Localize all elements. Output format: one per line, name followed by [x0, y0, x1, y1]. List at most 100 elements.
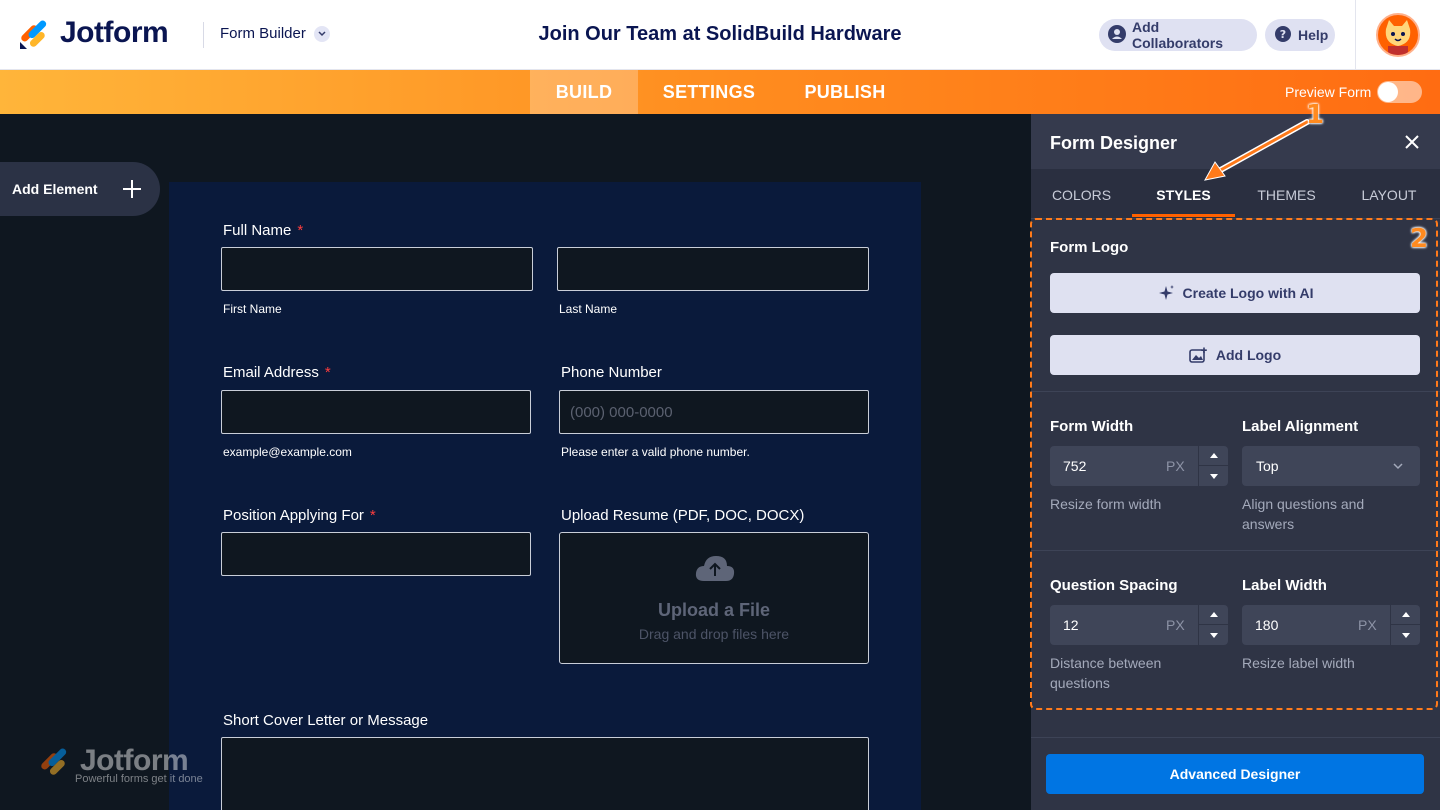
section-divider — [1031, 550, 1440, 551]
add-element-label: Add Element — [12, 181, 98, 197]
top-header: Jotform Form Builder Join Our Team at So… — [0, 0, 1440, 70]
help-button[interactable]: ? Help — [1265, 19, 1335, 51]
avatar-cat-icon — [1385, 20, 1411, 55]
increment-button[interactable] — [1391, 605, 1421, 625]
full-name-label-text: Full Name — [223, 222, 292, 239]
footer-divider — [1031, 737, 1440, 738]
cover-letter-label: Short Cover Letter or Message — [223, 712, 429, 729]
question-spacing-title: Question Spacing — [1050, 577, 1178, 594]
question-spacing-hint: Distance between questions — [1050, 655, 1162, 691]
help-label: Help — [1298, 27, 1329, 43]
tab-colors[interactable]: COLORS — [1031, 187, 1132, 203]
label-alignment-value: Top — [1256, 458, 1279, 474]
position-input[interactable] — [221, 532, 531, 576]
first-name-input[interactable] — [221, 247, 533, 291]
label-alignment-select[interactable]: Top — [1242, 446, 1420, 486]
last-name-sublabel: Last Name — [559, 302, 618, 316]
section-divider — [1031, 391, 1440, 392]
form-logo-title: Form Logo — [1050, 239, 1129, 256]
required-mark: * — [297, 222, 304, 239]
advanced-designer-button[interactable]: Advanced Designer — [1046, 754, 1424, 794]
chevron-down-icon — [1393, 463, 1403, 470]
upload-subtitle: Drag and drop files here — [638, 626, 790, 642]
increment-button[interactable] — [1199, 605, 1229, 625]
form-builder-label: Form Builder — [220, 25, 306, 42]
add-collaborators-button[interactable]: Add Collaborators — [1099, 19, 1257, 51]
create-logo-ai-label: Create Logo with AI — [1182, 285, 1314, 301]
phone-field[interactable]: (000) 000-0000 — [559, 390, 869, 434]
label-width-title: Label Width — [1242, 577, 1327, 594]
jotform-logo-icon — [20, 20, 47, 49]
form-width-unit: PX — [1166, 458, 1185, 474]
logo-text: Jotform — [60, 16, 169, 49]
form-width-title: Form Width — [1050, 418, 1134, 435]
add-logo-button[interactable]: Add Logo — [1050, 335, 1420, 375]
phone-placeholder: (000) 000-0000 — [570, 404, 673, 421]
phone-label: Phone Number — [561, 364, 662, 381]
question-spacing-unit: PX — [1166, 617, 1185, 633]
email-label: Email Address * — [223, 364, 331, 381]
form-builder-menu[interactable]: Form Builder — [220, 25, 330, 42]
question-spacing-spin — [1198, 605, 1229, 645]
decrement-button[interactable] — [1199, 466, 1229, 486]
question-spacing-stepper[interactable]: 12 PX — [1050, 605, 1229, 645]
add-element-button[interactable]: Add Element — [0, 162, 160, 216]
form-card: Full Name * First Name Last Name Email Ad… — [169, 182, 921, 810]
full-name-label: Full Name * — [223, 222, 303, 239]
caret-up-icon — [1402, 612, 1410, 617]
caret-up-icon — [1210, 453, 1218, 458]
label-width-stepper[interactable]: 180 PX — [1242, 605, 1421, 645]
cover-letter-textarea[interactable] — [221, 737, 869, 810]
email-label-text: Email Address — [223, 364, 319, 381]
resume-upload-dropzone[interactable]: Upload a File Drag and drop files here — [559, 532, 869, 664]
label-alignment-hint: Align questions and answers — [1242, 496, 1365, 532]
avatar[interactable] — [1376, 13, 1420, 57]
add-logo-label: Add Logo — [1215, 347, 1282, 363]
add-collaborators-label: Add Collaborators — [1132, 19, 1224, 51]
label-width-value: 180 — [1255, 617, 1279, 633]
cloud-upload-icon — [695, 556, 735, 581]
decrement-button[interactable] — [1391, 625, 1421, 645]
builder-nav-bar: BUILD SETTINGS PUBLISH Preview Form — [0, 70, 1440, 114]
tab-settings[interactable]: SETTINGS — [645, 70, 773, 114]
tab-layout[interactable]: LAYOUT — [1338, 187, 1440, 203]
add-image-icon — [1189, 347, 1207, 363]
form-title[interactable]: Join Our Team at SolidBuild Hardware — [400, 23, 1040, 46]
label-width-hint: Resize label width — [1242, 655, 1355, 671]
active-tab-indicator — [1132, 214, 1235, 217]
jotform-watermark-icon — [41, 748, 67, 775]
toggle-knob — [1378, 82, 1398, 102]
increment-button[interactable] — [1199, 446, 1229, 466]
preview-form-toggle[interactable] — [1377, 81, 1422, 103]
upload-title: Upload a File — [657, 600, 771, 620]
first-name-sublabel: First Name — [223, 302, 282, 316]
email-sublabel: example@example.com — [223, 445, 352, 459]
annotation-marker-1: 1 — [1306, 100, 1325, 130]
tab-build[interactable]: BUILD — [530, 70, 638, 114]
form-width-stepper[interactable]: 752 PX — [1050, 446, 1229, 486]
create-logo-ai-button[interactable]: Create Logo with AI — [1050, 273, 1420, 313]
jotform-logo[interactable]: Jotform — [18, 16, 169, 50]
caret-down-icon — [1210, 473, 1218, 479]
phone-sublabel: Please enter a valid phone number. — [561, 445, 750, 459]
designer-title: Form Designer — [1050, 133, 1178, 153]
decrement-button[interactable] — [1199, 625, 1229, 645]
resume-label: Upload Resume (PDF, DOC, DOCX) — [561, 507, 805, 524]
question-spacing-value: 12 — [1063, 617, 1079, 633]
user-icon — [1108, 24, 1126, 46]
close-icon[interactable] — [1403, 133, 1421, 151]
tab-publish[interactable]: PUBLISH — [790, 70, 900, 114]
required-mark: * — [324, 364, 331, 381]
caret-down-icon — [1402, 632, 1410, 638]
email-field[interactable] — [221, 390, 531, 434]
caret-down-icon — [1210, 632, 1218, 638]
last-name-input[interactable] — [557, 247, 869, 291]
header-divider-right — [1355, 0, 1356, 70]
svg-text:?: ? — [1280, 28, 1286, 41]
position-label-text: Position Applying For — [223, 507, 364, 524]
form-width-value: 752 — [1063, 458, 1087, 474]
form-width-spin — [1198, 446, 1229, 486]
annotation-marker-2: 2 — [1410, 224, 1429, 254]
sparkle-icon — [1158, 285, 1174, 300]
required-mark: * — [369, 507, 376, 524]
